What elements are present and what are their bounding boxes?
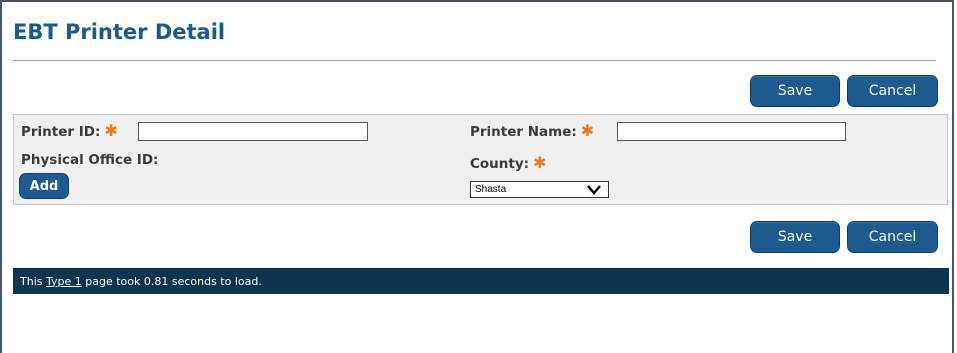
page-load-footer: This Type 1 page took 0.81 seconds to lo… [13, 268, 949, 294]
required-icon: ✱ [104, 121, 118, 140]
printer-name-label: Printer Name: [470, 124, 577, 140]
county-select[interactable]: Shasta [470, 181, 609, 198]
footer-prefix: This [20, 274, 46, 288]
cancel-button-bottom[interactable]: Cancel [847, 221, 938, 253]
printer-id-label-group: Printer ID: ✱ [21, 121, 118, 140]
printer-name-input[interactable] [617, 122, 846, 141]
county-select-value: Shasta [475, 184, 507, 195]
required-icon: ✱ [533, 153, 547, 172]
save-button-bottom[interactable]: Save [750, 221, 840, 253]
page-title: EBT Printer Detail [13, 20, 226, 44]
footer-suffix: page took 0.81 seconds to load. [81, 274, 262, 288]
cancel-button-top[interactable]: Cancel [847, 75, 938, 107]
chevron-down-icon [587, 185, 601, 195]
add-office-button[interactable]: Add [19, 173, 69, 199]
physical-office-id-label: Physical Office ID: [21, 152, 159, 168]
county-label-group: County: ✱ [470, 153, 546, 172]
type-link[interactable]: Type 1 [46, 275, 82, 288]
title-divider [13, 60, 936, 61]
printer-id-label: Printer ID: [21, 124, 101, 140]
printer-form-panel: Printer ID: ✱ Printer Name: ✱ Physical Off… [13, 114, 948, 205]
printer-name-label-group: Printer Name: ✱ [470, 121, 594, 140]
printer-id-input[interactable] [138, 122, 368, 141]
county-label: County: [470, 156, 530, 172]
save-button-top[interactable]: Save [750, 75, 840, 107]
required-icon: ✱ [580, 121, 595, 140]
